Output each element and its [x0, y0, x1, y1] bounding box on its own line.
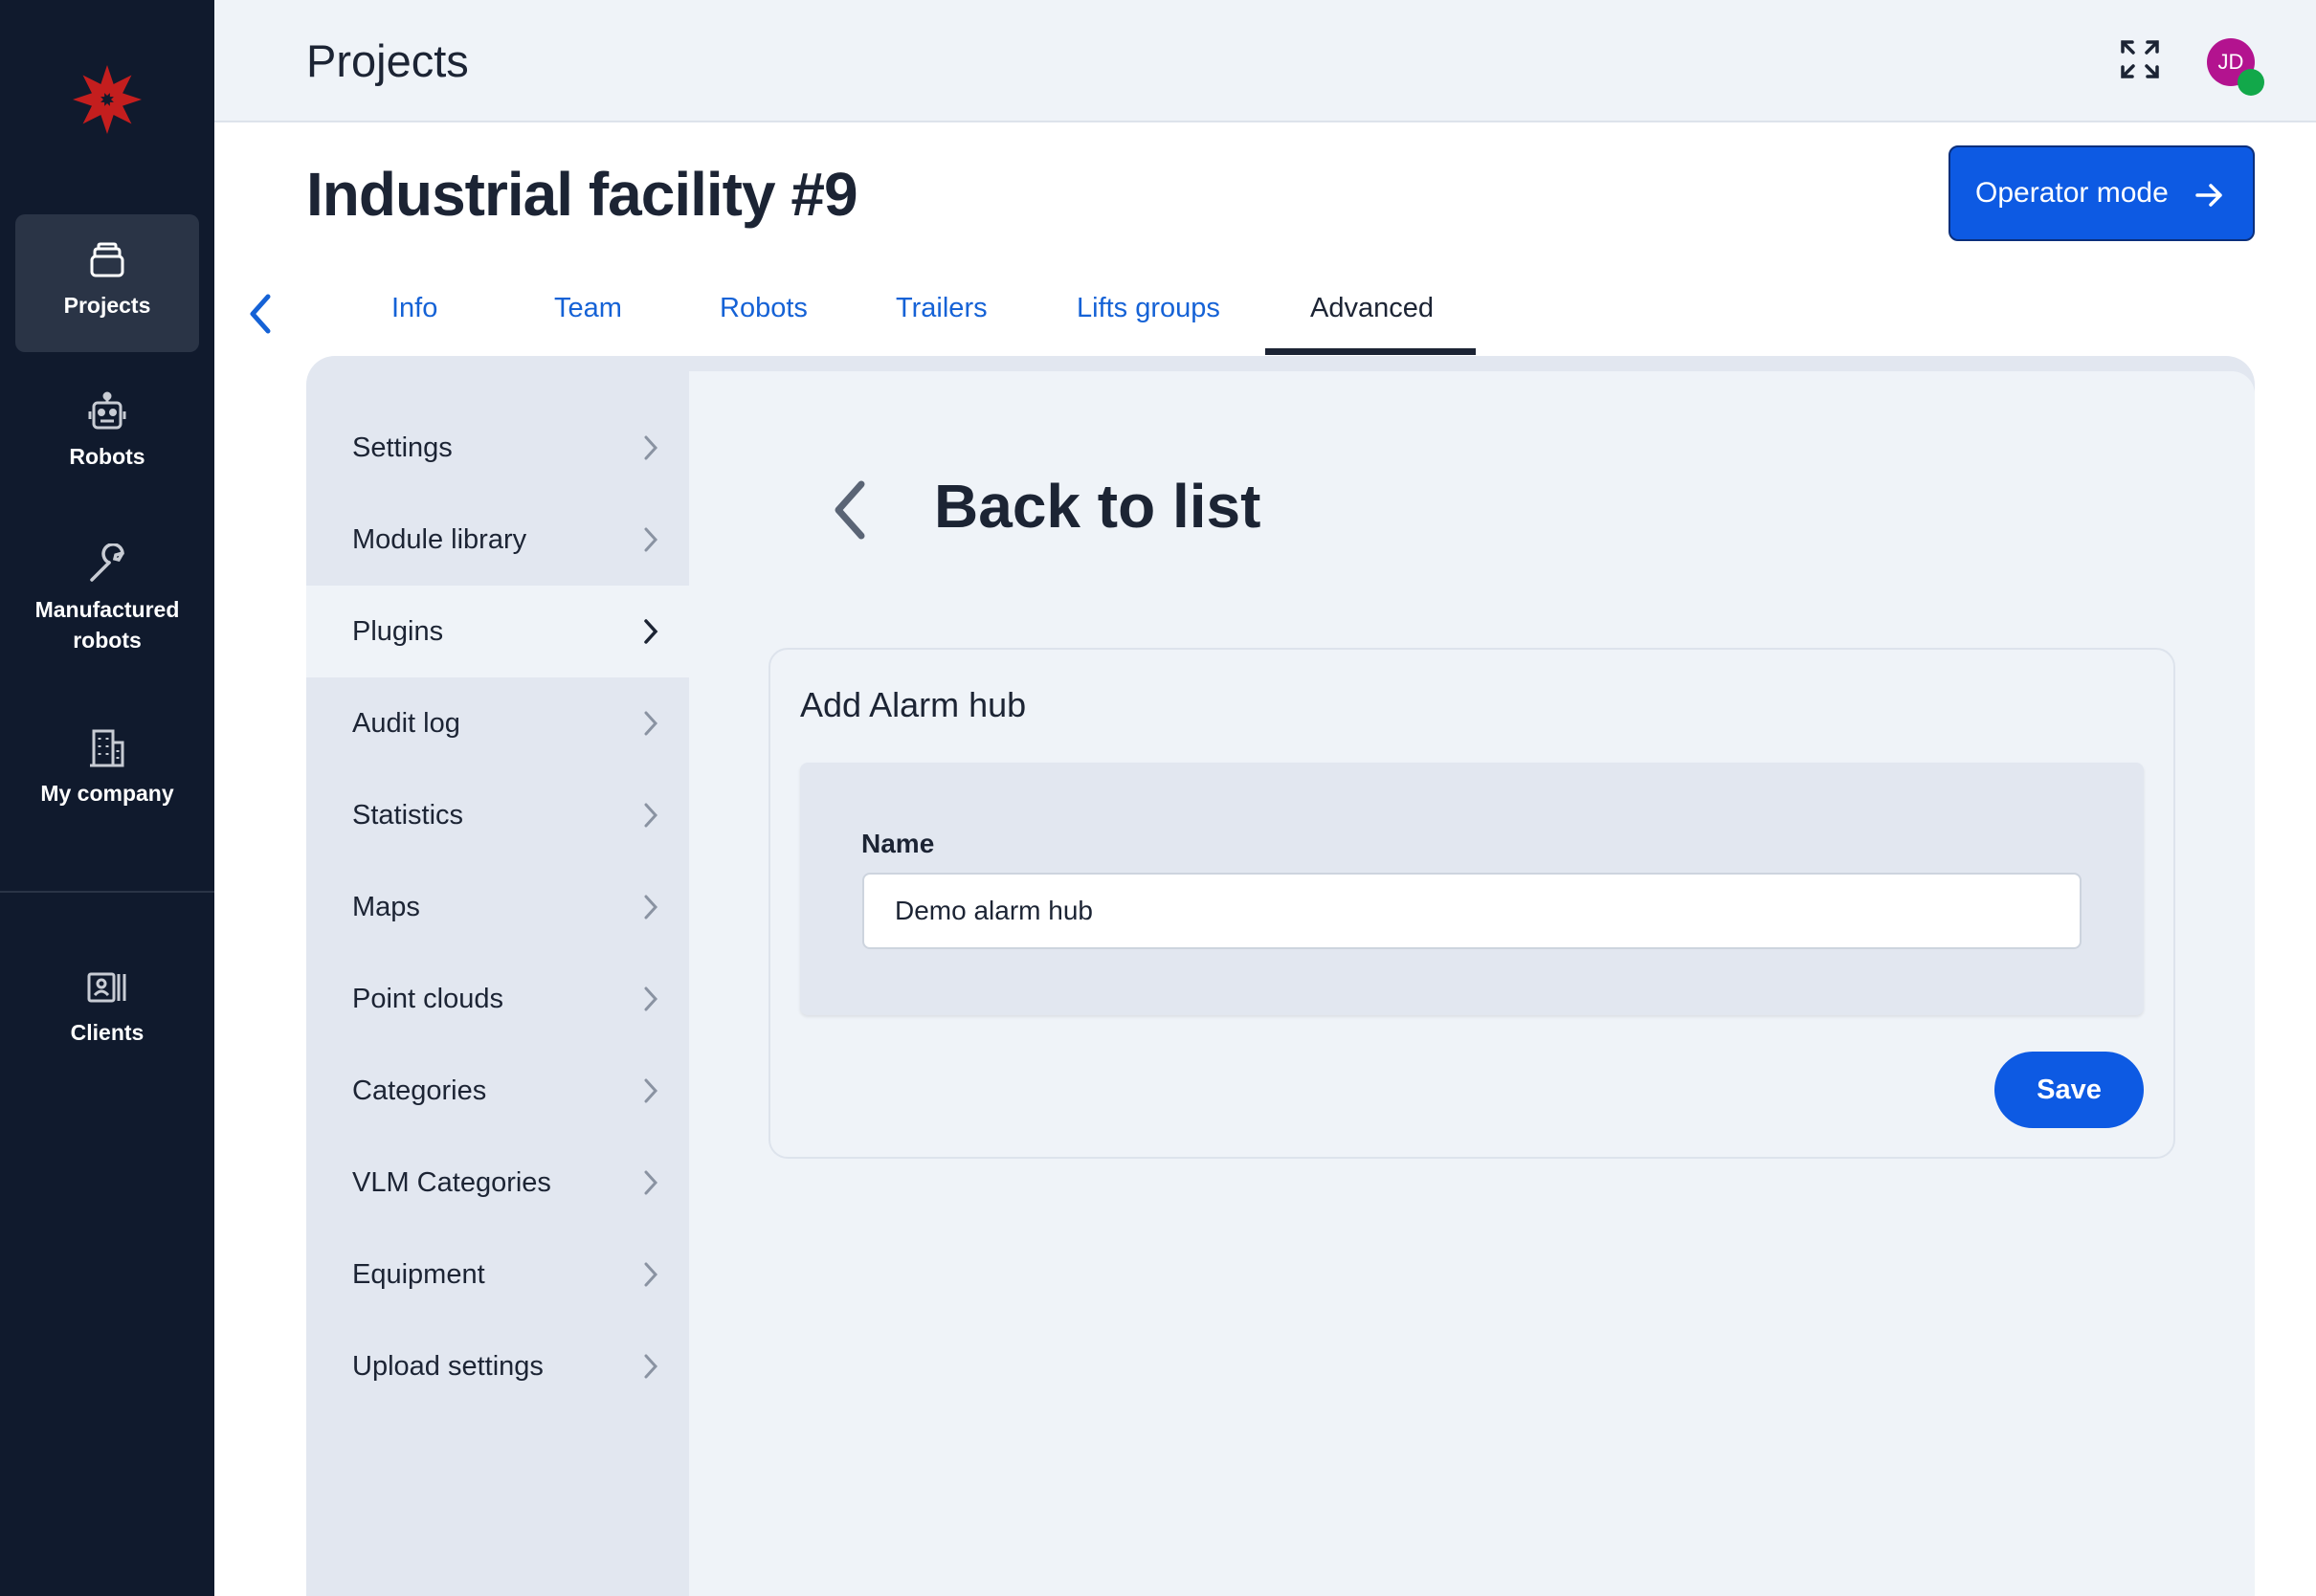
nav-item-robots[interactable]: Robots [15, 390, 199, 486]
name-input[interactable] [862, 873, 2082, 949]
sidebar-item-label: VLM Categories [352, 1166, 551, 1198]
nav-item-my-company[interactable]: My company [15, 727, 199, 823]
nav-item-label: Clients [70, 1020, 145, 1045]
id-card-icon [87, 972, 126, 1003]
robot-icon [88, 391, 126, 430]
brand-logo-icon[interactable] [71, 63, 144, 136]
operator-mode-button[interactable]: Operator mode [1949, 145, 2255, 241]
sidebar-item-label: Point clouds [352, 983, 503, 1014]
sidebar-item-audit-log[interactable]: Audit log [306, 677, 689, 769]
sidebar-item-point-clouds[interactable]: Point clouds [306, 953, 689, 1045]
sidebar-item-settings[interactable]: Settings [306, 402, 689, 494]
chevron-right-icon [644, 1170, 658, 1195]
stack-icon [90, 242, 124, 277]
sidebar-item-label: Categories [352, 1075, 487, 1106]
chevron-right-icon [644, 1354, 658, 1379]
chevron-right-icon [644, 803, 658, 828]
sidebar-item-vlm-categories[interactable]: VLM Categories [306, 1137, 689, 1229]
sidebar-item-label: Equipment [352, 1258, 485, 1290]
chevron-right-icon [644, 895, 658, 920]
sidebar-item-maps[interactable]: Maps [306, 861, 689, 953]
tab-team[interactable]: Team [554, 293, 622, 324]
nav-item-label: Manufactured robots [34, 597, 180, 653]
building-icon [90, 729, 124, 767]
chevron-right-icon [644, 1078, 658, 1103]
sidebar-item-categories[interactable]: Categories [306, 1045, 689, 1137]
nav-item-manufactured-robots[interactable]: Manufactured robots [15, 543, 199, 668]
sidebar-item-label: Plugins [352, 615, 444, 647]
fullscreen-expand-icon[interactable] [2119, 38, 2161, 80]
chevron-right-icon [644, 619, 658, 644]
sidebar-item-label: Upload settings [352, 1350, 544, 1382]
sidebar-item-plugins[interactable]: Plugins [306, 586, 689, 677]
sidebar-item-label: Settings [352, 432, 453, 463]
sidebar-item-label: Audit log [352, 707, 460, 739]
sidebar-item-label: Statistics [352, 799, 464, 831]
sidebar-item-equipment[interactable]: Equipment [306, 1229, 689, 1320]
nav-item-label: My company [40, 781, 174, 806]
sidebar-item-upload-settings[interactable]: Upload settings [306, 1320, 689, 1412]
sidebar-item-module-library[interactable]: Module library [306, 494, 689, 586]
wrench-icon [90, 543, 124, 582]
card-title: Add Alarm hub [800, 685, 1027, 724]
active-tab-indicator [1265, 348, 1476, 355]
sidebar-item-label: Maps [352, 891, 420, 922]
app-root: Projects Robots Manufactured robots My c… [0, 0, 2316, 1596]
back-chevron-icon[interactable] [829, 478, 871, 542]
chevron-right-icon [644, 527, 658, 552]
left-nav: Projects Robots Manufactured robots My c… [0, 0, 214, 1596]
nav-divider [0, 891, 214, 893]
nav-item-clients[interactable]: Clients [15, 966, 199, 1062]
tabs-back-chevron-icon[interactable] [243, 293, 278, 335]
online-status-dot [2238, 69, 2264, 96]
tab-lifts-groups[interactable]: Lifts groups [1077, 293, 1220, 324]
chevron-right-icon [644, 986, 658, 1011]
tab-trailers[interactable]: Trailers [896, 293, 988, 324]
sidebar-item-statistics[interactable]: Statistics [306, 769, 689, 861]
top-header: Projects [214, 0, 2316, 122]
operator-mode-label: Operator mode [1975, 177, 2169, 209]
chevron-right-icon [644, 1262, 658, 1287]
tab-robots[interactable]: Robots [720, 293, 808, 324]
back-to-list-link[interactable]: Back to list [934, 471, 1260, 542]
name-field-label: Name [861, 829, 935, 858]
page-title: Industrial facility #9 [306, 160, 858, 229]
tab-advanced[interactable]: Advanced [1310, 293, 1434, 324]
nav-item-projects[interactable]: Projects [15, 214, 199, 352]
arrow-right-icon [2195, 184, 2222, 207]
sidebar-item-label: Module library [352, 523, 527, 555]
chevron-right-icon [644, 711, 658, 736]
chevron-right-icon [644, 435, 658, 460]
header-title: Projects [306, 35, 469, 86]
nav-item-label: Robots [69, 444, 145, 469]
nav-item-label: Projects [63, 293, 151, 318]
save-button[interactable]: Save [1994, 1052, 2144, 1128]
tab-info[interactable]: Info [391, 293, 437, 324]
